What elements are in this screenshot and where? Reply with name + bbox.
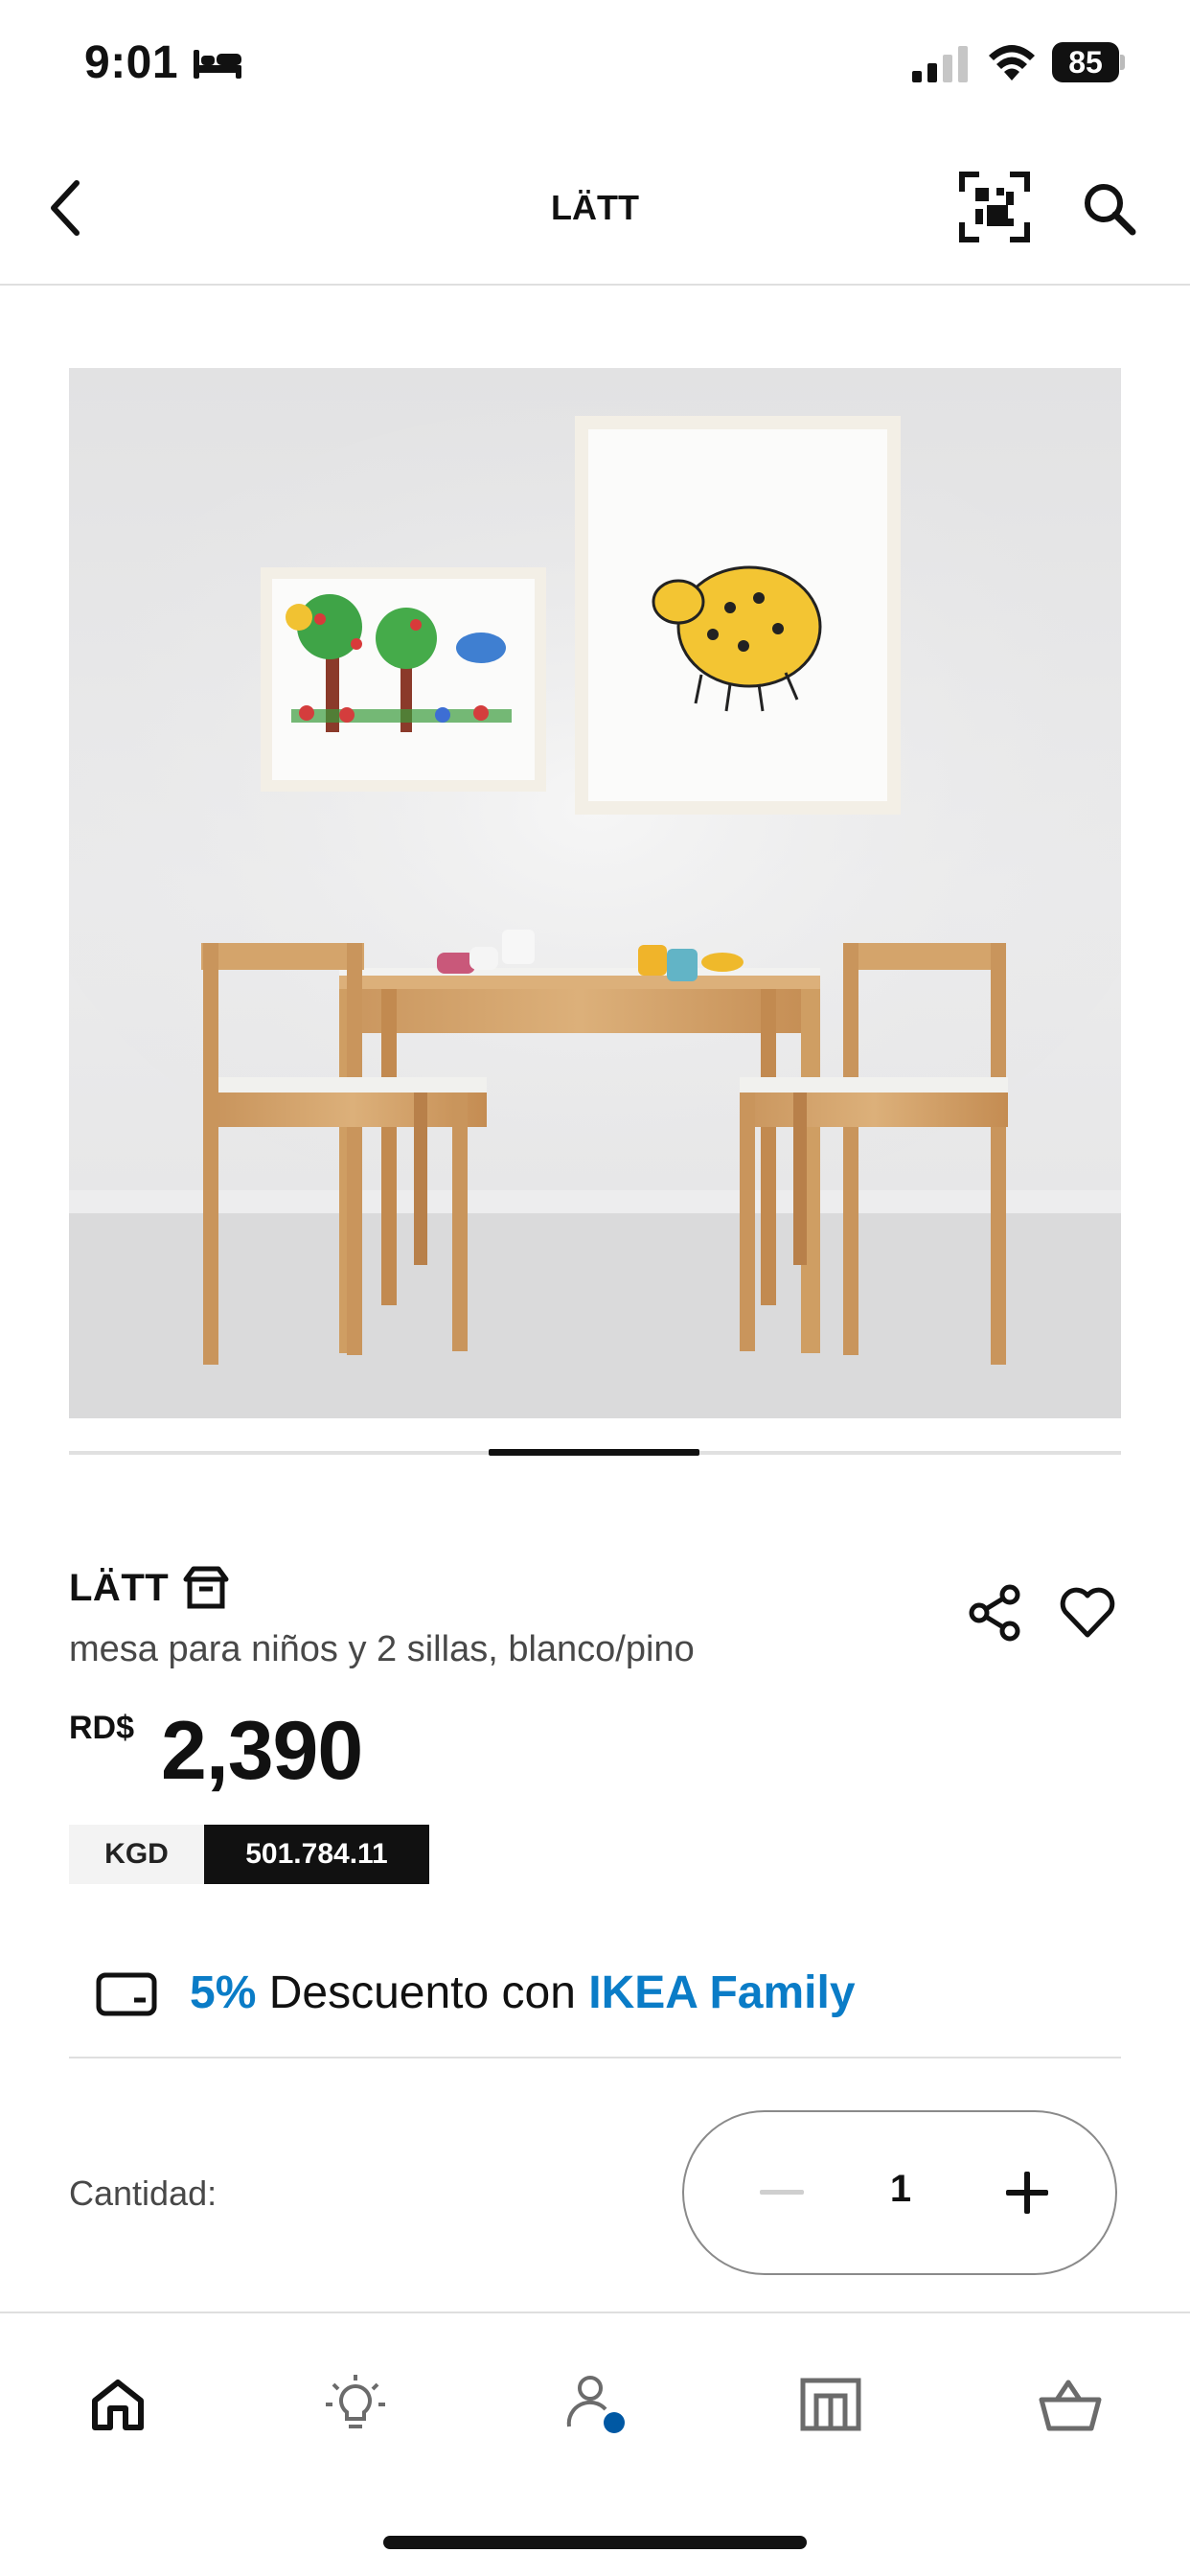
family-offer-text: 5% Descuento con IKEA Family	[190, 1966, 856, 2019]
tab-store[interactable]	[788, 2361, 874, 2448]
lightbulb-icon	[326, 2375, 385, 2428]
card-icon	[96, 1972, 157, 2016]
article-number: 501.784.11	[204, 1825, 429, 1884]
tab-profile[interactable]	[552, 2361, 638, 2448]
qr-scan-icon[interactable]	[958, 171, 1031, 243]
quantity-value: 1	[889, 2168, 912, 2210]
battery-level: 85	[1052, 42, 1119, 82]
product-image[interactable]	[69, 368, 1121, 1418]
product-photo	[69, 368, 1121, 1418]
price-currency: RD$	[69, 1710, 135, 1746]
plus-icon	[1006, 2172, 1048, 2214]
status-bar: 9:01 85	[0, 0, 1190, 134]
battery-icon: 85	[1052, 42, 1125, 82]
quantity-label: Cantidad:	[69, 2174, 217, 2213]
family-brand-link[interactable]: IKEA Family	[588, 1967, 855, 2018]
quantity-stepper: 1	[682, 2110, 1117, 2275]
store-icon	[800, 2378, 861, 2431]
profile-icon	[566, 2376, 625, 2433]
package-box-icon	[183, 1566, 229, 1609]
home-icon	[92, 2380, 144, 2430]
product-name-row: LÄTT	[69, 1564, 230, 1612]
notification-dot	[604, 2412, 625, 2433]
basket-icon	[1039, 2380, 1102, 2431]
minus-icon	[760, 2190, 804, 2195]
product-description: mesa para niños y 2 sillas, blanco/pino	[69, 1629, 695, 1669]
nav-header: LÄTT	[0, 134, 1190, 286]
search-icon[interactable]	[1079, 178, 1138, 238]
increase-button[interactable]	[987, 2152, 1067, 2233]
carousel-indicator	[489, 1449, 699, 1456]
price-value: 2,390	[161, 1705, 363, 1797]
tab-home[interactable]	[75, 2361, 161, 2448]
product-name: LÄTT	[69, 1566, 170, 1609]
family-discount: 5%	[190, 1967, 257, 2018]
family-offer-label: Descuento con	[256, 1967, 589, 2018]
article-prefix: KGD	[69, 1825, 204, 1884]
tab-ideas[interactable]	[312, 2361, 399, 2448]
signal-icon	[912, 46, 968, 82]
wifi-icon	[989, 45, 1035, 80]
ikea-family-offer[interactable]: 5% Descuento con IKEA Family	[69, 1953, 1121, 2058]
share-icon[interactable]	[966, 1583, 1025, 1643]
decrease-button[interactable]	[742, 2152, 822, 2233]
bed-icon	[194, 50, 241, 79]
status-time: 9:01	[84, 37, 179, 88]
home-indicator[interactable]	[383, 2536, 807, 2549]
article-number-tag: KGD 501.784.11	[69, 1825, 429, 1884]
tab-basket[interactable]	[1027, 2361, 1113, 2448]
heart-icon[interactable]	[1058, 1583, 1117, 1643]
